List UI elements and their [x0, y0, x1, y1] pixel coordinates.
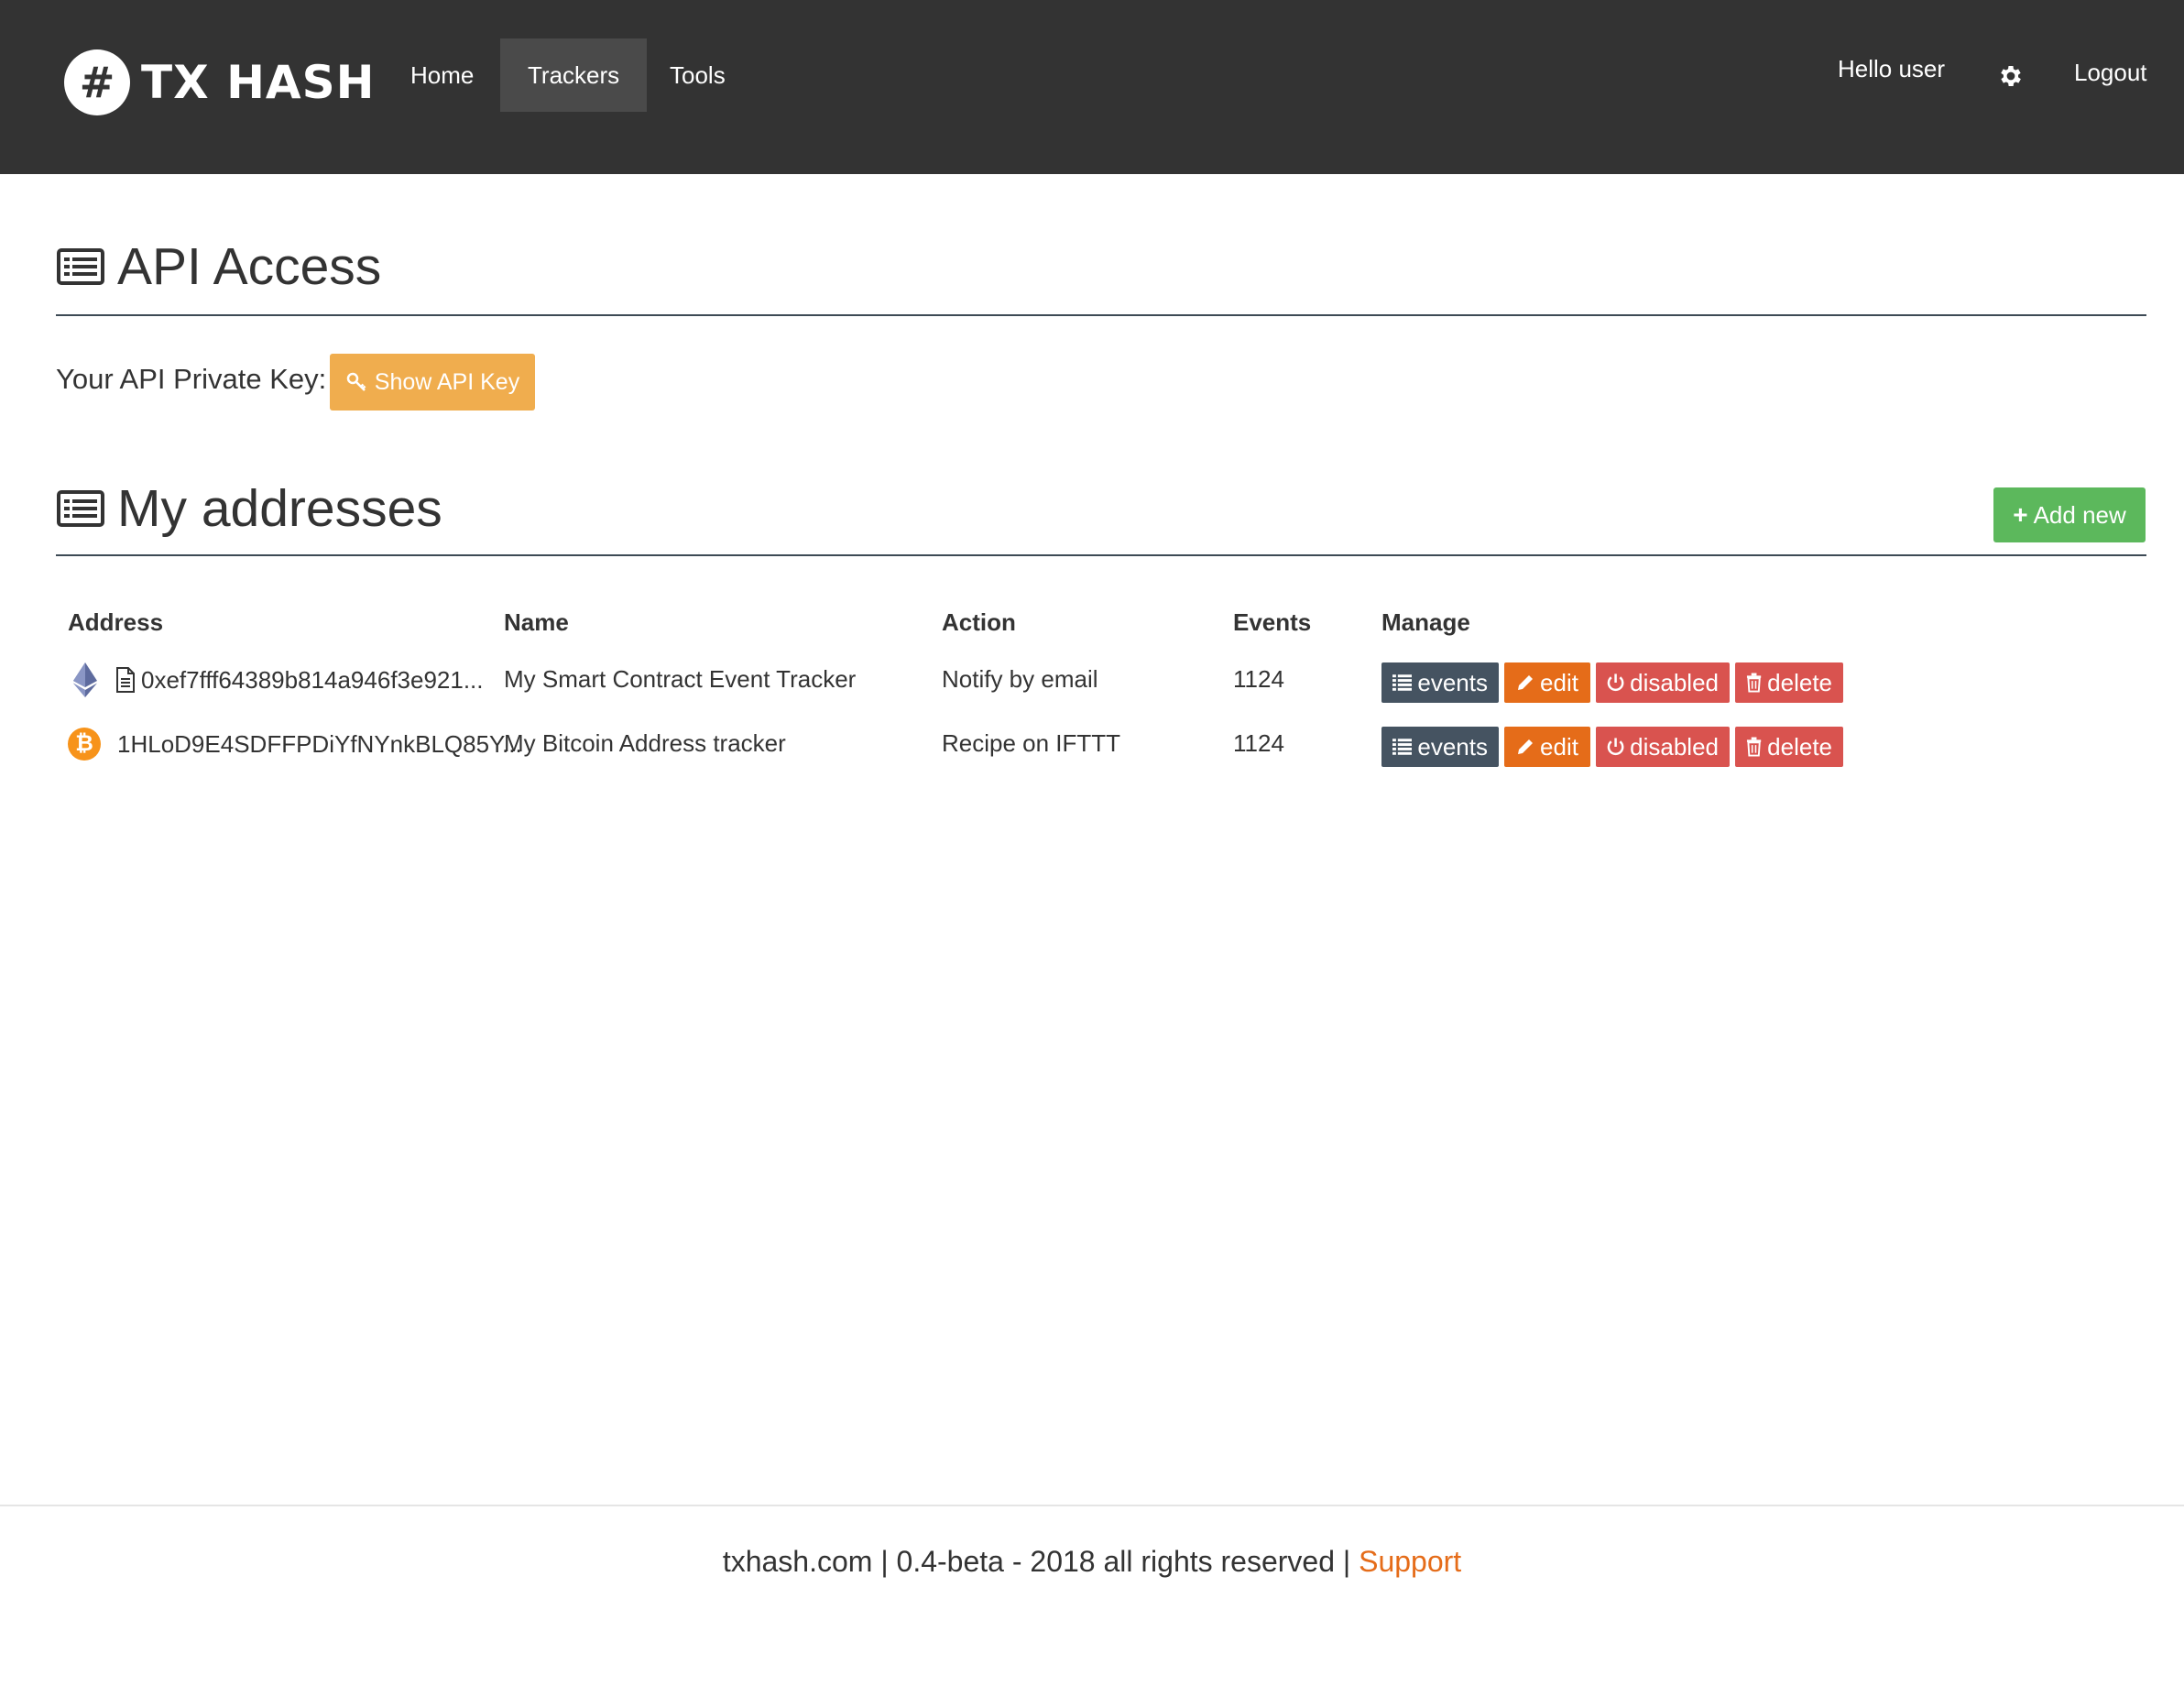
- column-header-events: Events: [1233, 608, 1312, 636]
- power-icon: [1607, 738, 1624, 756]
- pencil-icon: [1518, 675, 1534, 690]
- brand-name: TX HASH: [141, 56, 376, 109]
- footer: txhash.com | 0.4-beta - 2018 all rights …: [0, 1545, 2184, 1579]
- hash-logo-icon: #: [64, 49, 130, 115]
- list-icon: [1392, 674, 1413, 691]
- show-api-key-button[interactable]: Show API Key: [330, 354, 535, 411]
- column-header-manage: Manage: [1381, 608, 1470, 636]
- api-access-heading: API Access: [57, 236, 381, 297]
- nav-trackers[interactable]: Trackers: [500, 38, 648, 112]
- delete-button-label: delete: [1767, 732, 1832, 761]
- column-header-address: Address: [68, 608, 164, 636]
- list-icon: [57, 248, 104, 285]
- events-button[interactable]: events: [1381, 662, 1499, 703]
- add-new-button[interactable]: + Add new: [1993, 487, 2146, 542]
- show-api-key-label: Show API Key: [374, 368, 520, 395]
- delete-button[interactable]: delete: [1735, 727, 1843, 767]
- top-navbar: # TX HASH Home Trackers Tools Hello user…: [0, 0, 2184, 174]
- power-icon: [1607, 673, 1624, 692]
- nav-home[interactable]: Home: [383, 38, 501, 112]
- gear-icon[interactable]: [1997, 62, 2025, 90]
- tracker-name: My Bitcoin Address tracker: [504, 729, 786, 757]
- logout-link[interactable]: Logout: [2074, 59, 2147, 87]
- add-new-label: Add new: [2033, 500, 2126, 529]
- manage-buttons: events edit disabled delete: [1381, 727, 1843, 767]
- edit-button[interactable]: edit: [1504, 727, 1590, 767]
- section-divider: [56, 314, 2146, 316]
- edit-button[interactable]: edit: [1504, 662, 1590, 703]
- edit-button-label: edit: [1540, 732, 1578, 761]
- document-icon: [116, 667, 135, 693]
- footer-divider: [0, 1505, 2184, 1506]
- pencil-icon: [1518, 739, 1534, 754]
- trash-icon: [1746, 673, 1762, 693]
- list-icon: [57, 490, 104, 527]
- events-button-label: events: [1417, 668, 1488, 696]
- manage-buttons: events edit disabled delete: [1381, 662, 1843, 703]
- footer-text: txhash.com | 0.4-beta - 2018 all rights …: [722, 1545, 1360, 1578]
- user-greeting: Hello user: [1838, 55, 1946, 82]
- tracker-name: My Smart Contract Event Tracker: [504, 665, 857, 693]
- key-icon: [346, 372, 366, 391]
- disabled-button-label: disabled: [1630, 732, 1719, 761]
- disabled-toggle-button[interactable]: disabled: [1596, 727, 1730, 767]
- tracker-action: Recipe on IFTTT: [942, 729, 1121, 757]
- tracker-action: Notify by email: [942, 665, 1098, 693]
- list-icon: [1392, 739, 1413, 755]
- section-divider: [56, 554, 2146, 556]
- events-count: 1124: [1233, 665, 1284, 693]
- disabled-toggle-button[interactable]: disabled: [1596, 662, 1730, 703]
- column-header-action: Action: [942, 608, 1016, 636]
- brand-logo[interactable]: # TX HASH: [64, 49, 375, 115]
- edit-button-label: edit: [1540, 668, 1578, 696]
- support-link[interactable]: Support: [1359, 1545, 1461, 1578]
- table-row-address: ₿ 1HLoD9E4SDFFPDiYfNYnkBLQ85Y...: [68, 728, 522, 761]
- api-key-label: Your API Private Key:: [56, 363, 327, 395]
- table-row-address: 0xef7fff64389b814a946f3e921...: [71, 662, 484, 698]
- api-access-title: API Access: [117, 237, 382, 296]
- events-button-label: events: [1417, 732, 1488, 761]
- my-addresses-title: My addresses: [117, 479, 442, 538]
- plus-icon: +: [2013, 500, 2028, 529]
- events-count: 1124: [1233, 729, 1284, 757]
- trash-icon: [1746, 737, 1762, 757]
- events-button[interactable]: events: [1381, 727, 1499, 767]
- address-value[interactable]: 0xef7fff64389b814a946f3e921...: [141, 666, 484, 695]
- nav-tools[interactable]: Tools: [642, 38, 753, 112]
- column-header-name: Name: [504, 608, 569, 636]
- bitcoin-icon: ₿: [68, 728, 101, 761]
- ethereum-icon: [73, 662, 97, 697]
- disabled-button-label: disabled: [1630, 668, 1719, 696]
- address-value[interactable]: 1HLoD9E4SDFFPDiYfNYnkBLQ85Y...: [117, 730, 522, 759]
- my-addresses-heading: My addresses: [57, 478, 442, 539]
- delete-button-label: delete: [1767, 668, 1832, 696]
- delete-button[interactable]: delete: [1735, 662, 1843, 703]
